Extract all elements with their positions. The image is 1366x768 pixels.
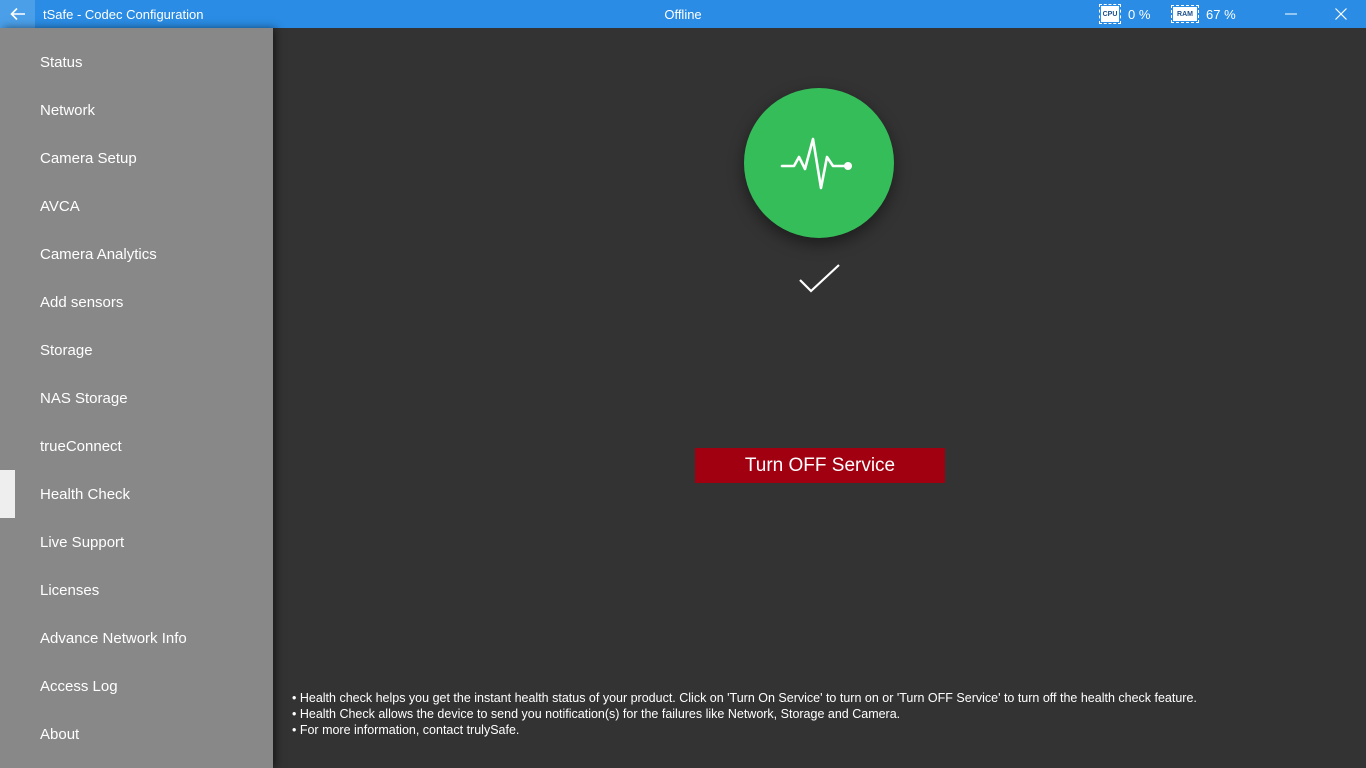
- help-note: • Health check helps you get the instant…: [292, 691, 1197, 705]
- connection-status: Offline: [664, 7, 702, 22]
- sidebar-item-label: Licenses: [40, 581, 100, 599]
- sidebar-item-label: Status: [40, 53, 83, 71]
- cpu-icon: CPU: [1099, 4, 1121, 24]
- title-bar: tSafe - Codec Configuration Offline CPU …: [0, 0, 1366, 28]
- ram-value: 67 %: [1206, 6, 1236, 22]
- sidebar: Status Network Camera Setup AVCA Camera …: [0, 28, 273, 768]
- heartbeat-icon: [780, 137, 852, 190]
- sidebar-item-storage[interactable]: Storage: [0, 326, 273, 374]
- sidebar-item-label: Advance Network Info: [40, 629, 187, 647]
- sidebar-item-label: Network: [40, 101, 96, 119]
- sidebar-item-trueconnect[interactable]: trueConnect: [0, 422, 273, 470]
- help-note: • Health Check allows the device to send…: [292, 707, 901, 721]
- sidebar-item-access-log[interactable]: Access Log: [0, 662, 273, 710]
- sidebar-item-camera-setup[interactable]: Camera Setup: [0, 134, 273, 182]
- sidebar-item-label: Add sensors: [40, 293, 124, 311]
- window-title: tSafe - Codec Configuration: [43, 7, 204, 22]
- turn-off-service-button[interactable]: Turn OFF Service: [695, 448, 945, 483]
- back-button[interactable]: [0, 0, 35, 28]
- sidebar-item-label: Health Check: [40, 485, 131, 503]
- arrow-left-icon: [9, 7, 25, 21]
- sidebar-item-nas-storage[interactable]: NAS Storage: [0, 374, 273, 422]
- ram-icon: RAM: [1171, 5, 1199, 23]
- health-status-indicator: [744, 88, 894, 238]
- minimize-button[interactable]: [1266, 0, 1316, 28]
- sidebar-item-add-sensors[interactable]: Add sensors: [0, 278, 273, 326]
- sidebar-item-licenses[interactable]: Licenses: [0, 566, 273, 614]
- sidebar-item-label: Storage: [40, 341, 93, 359]
- help-note: • For more information, contact trulySaf…: [292, 723, 520, 737]
- sidebar-item-live-support[interactable]: Live Support: [0, 518, 273, 566]
- main-panel: Turn OFF Service • Health check helps yo…: [273, 28, 1366, 768]
- sidebar-item-label: NAS Storage: [40, 389, 128, 407]
- sidebar-item-health-check[interactable]: Health Check: [0, 470, 273, 518]
- ram-meter: RAM 67 %: [1171, 3, 1236, 25]
- sidebar-item-advance-network-info[interactable]: Advance Network Info: [0, 614, 273, 662]
- sidebar-item-label: About: [40, 725, 80, 743]
- cpu-value: 0 %: [1128, 6, 1151, 22]
- sidebar-item-label: Access Log: [40, 677, 118, 695]
- sidebar-item-label: Camera Analytics: [40, 245, 157, 263]
- close-button[interactable]: [1316, 0, 1366, 28]
- sidebar-item-label: Live Support: [40, 533, 125, 551]
- sidebar-item-status[interactable]: Status: [0, 38, 273, 86]
- sidebar-item-label: AVCA: [40, 197, 80, 215]
- help-notes: • Health check helps you get the instant…: [292, 690, 1197, 738]
- minimize-icon: [1285, 13, 1297, 15]
- sidebar-item-label: Camera Setup: [40, 149, 137, 167]
- sidebar-item-network[interactable]: Network: [0, 86, 273, 134]
- close-icon: [1335, 8, 1347, 20]
- sidebar-item-about[interactable]: About: [0, 710, 273, 758]
- sidebar-item-camera-analytics[interactable]: Camera Analytics: [0, 230, 273, 278]
- check-icon: [799, 264, 840, 293]
- cpu-meter: CPU 0 %: [1099, 3, 1151, 25]
- sidebar-item-avca[interactable]: AVCA: [0, 182, 273, 230]
- sidebar-item-label: trueConnect: [40, 437, 122, 455]
